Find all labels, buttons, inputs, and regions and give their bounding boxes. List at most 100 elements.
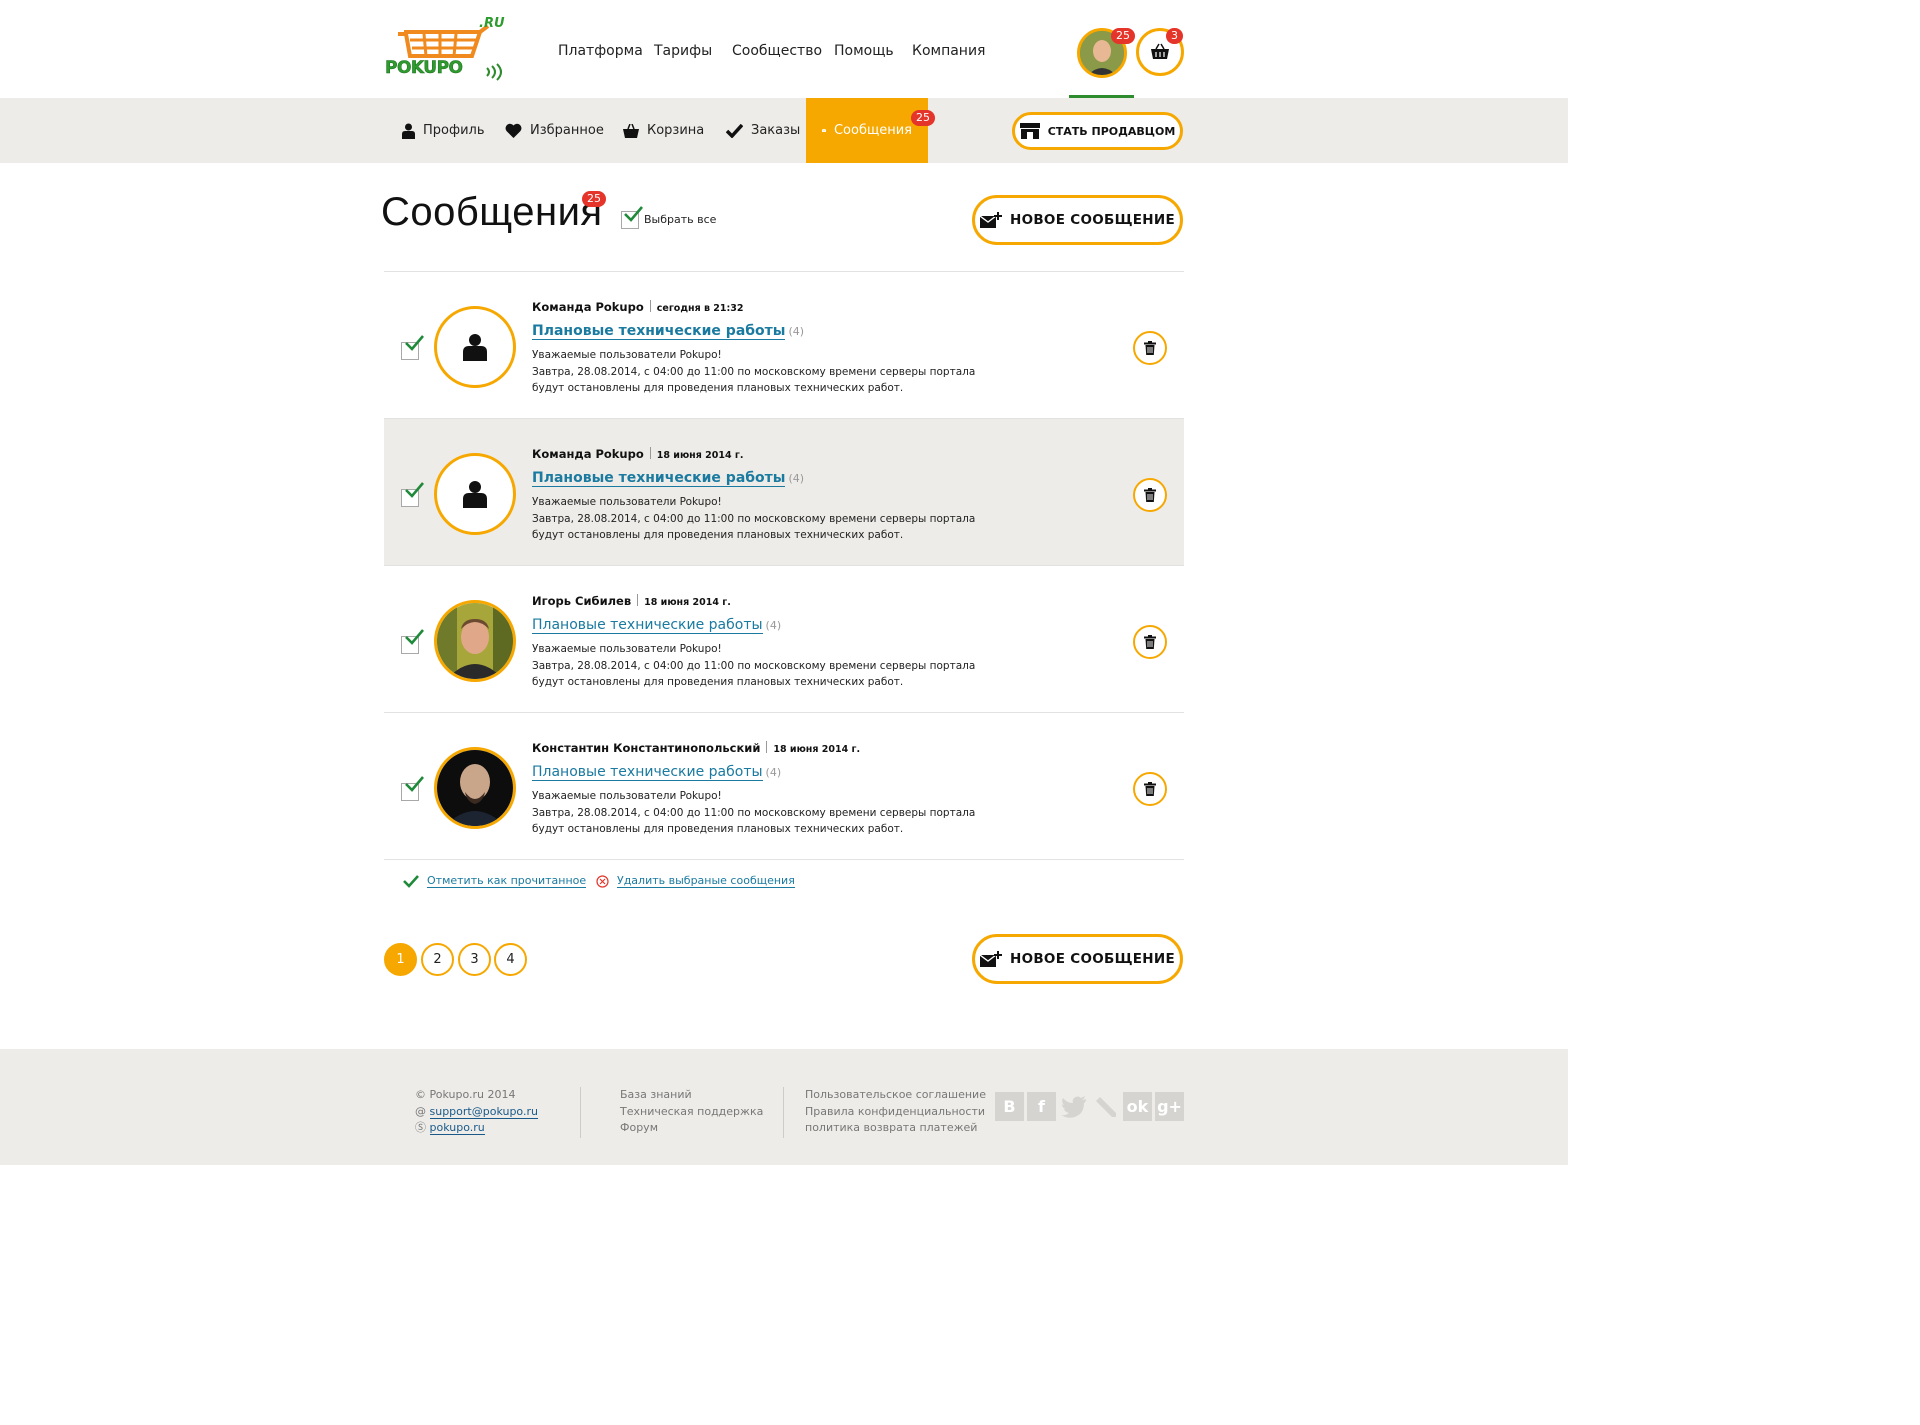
select-all-checkbox[interactable] (621, 206, 643, 229)
footer-col-help: База знаний Техническая поддержка Форум (620, 1087, 763, 1137)
sender-avatar (434, 747, 516, 829)
footer-link-support[interactable]: Техническая поддержка (620, 1105, 763, 1118)
page-2[interactable]: 2 (421, 943, 454, 976)
new-message-button-bottom[interactable]: НОВОЕ СООБЩЕНИЕ (972, 934, 1183, 984)
footer-link-forum[interactable]: Форум (620, 1121, 658, 1134)
delete-selected-label: Удалить выбраные сообщения (617, 874, 795, 888)
message-preview: Уважаемые пользователи Pokupo! Завтра, 28… (532, 641, 992, 691)
message-item[interactable]: Команда Pokupo 18 июня 2014 г. Плановые т… (384, 419, 1184, 566)
tab-profile[interactable]: Профиль (402, 98, 485, 163)
message-item[interactable]: Константин Константинопольский 18 июня 20… (384, 713, 1184, 860)
new-message-label: НОВОЕ СООБЩЕНИЕ (1009, 951, 1176, 967)
message-date: 18 июня 2014 г. (656, 450, 744, 461)
copyright-text: Pokupo.ru 2014 (429, 1088, 516, 1101)
page-title: Сообщения (381, 190, 603, 234)
become-seller-button[interactable]: СТАТЬ ПРОДАВЦОМ (1012, 112, 1183, 150)
preview-line1: Уважаемые пользователи Pokupo! (532, 496, 722, 508)
title-badge: 25 (582, 191, 606, 207)
preview-line1: Уважаемые пользователи Pokupo! (532, 790, 722, 802)
trash-icon (1144, 488, 1156, 502)
logo[interactable]: .RU POKUPO (384, 16, 506, 84)
check-icon (405, 335, 424, 351)
tab-orders-label: Заказы (751, 123, 801, 138)
tab-favorites[interactable]: Избранное (505, 98, 604, 163)
skype-link[interactable]: pokupo.ru (429, 1121, 485, 1135)
tab-profile-label: Профиль (423, 123, 485, 138)
tab-favorites-label: Избранное (530, 123, 604, 138)
envelope-plus-icon (979, 212, 1002, 228)
page-3[interactable]: 3 (458, 943, 491, 976)
meta-separator (637, 594, 639, 606)
message-subject[interactable]: Плановые технические работы (4) (532, 323, 805, 340)
page-4[interactable]: 4 (494, 943, 527, 976)
nav-platform[interactable]: Платформа (558, 43, 643, 59)
message-preview: Уважаемые пользователи Pokupo! Завтра, 28… (532, 788, 992, 838)
check-icon (403, 874, 419, 888)
delete-selected-action[interactable]: Удалить выбраные сообщения (596, 874, 795, 888)
thread-count: (4) (788, 325, 805, 338)
skype-icon: Ⓢ (415, 1121, 426, 1134)
nav-community[interactable]: Сообщество (732, 43, 822, 59)
tab-orders[interactable]: Заказы (726, 98, 800, 163)
footer-contacts: © Pokupo.ru 2014 @ support@pokupo.ru Ⓢ p… (415, 1087, 538, 1137)
nav-company[interactable]: Компания (912, 43, 985, 59)
footer-link-refunds[interactable]: политика возврата платежей (805, 1121, 977, 1134)
sender-avatar (434, 453, 516, 535)
tab-messages[interactable]: Сообщения (806, 98, 928, 163)
mark-read-action[interactable]: Отметить как прочитанное (403, 874, 587, 888)
message-item[interactable]: Команда Pokupo сегодня в 21:32 Плановые т… (384, 272, 1184, 419)
new-message-button-top[interactable]: НОВОЕ СООБЩЕНИЕ (972, 195, 1183, 245)
message-subject[interactable]: Плановые технические работы (4) (532, 617, 781, 634)
footer-link-knowledge[interactable]: База знаний (620, 1088, 692, 1101)
select-all-label[interactable]: Выбрать все (644, 213, 716, 226)
message-item[interactable]: Игорь Сибилев 18 июня 2014 г. Плановые те… (384, 566, 1184, 713)
copyright: © Pokupo.ru 2014 (415, 1087, 538, 1104)
close-circle-icon (596, 874, 609, 888)
thread-count: (4) (788, 472, 805, 485)
delete-button[interactable] (1133, 331, 1167, 365)
facebook-icon[interactable]: f (1027, 1092, 1056, 1121)
nav-help[interactable]: Помощь (834, 43, 894, 59)
livejournal-icon[interactable] (1091, 1092, 1120, 1121)
twitter-icon[interactable] (1059, 1092, 1088, 1121)
person-icon (402, 123, 415, 139)
delete-button[interactable] (1133, 772, 1167, 806)
delete-button[interactable] (1133, 625, 1167, 659)
sender-avatar (434, 600, 516, 682)
envelope-plus-icon (979, 951, 1002, 967)
footer-divider (783, 1087, 784, 1138)
heart-icon (505, 123, 522, 138)
sender-name: Игорь Сибилев (532, 594, 632, 608)
page-1[interactable]: 1 (384, 943, 417, 976)
twitter-bird-shape (1060, 1095, 1086, 1118)
store-icon (1019, 123, 1040, 139)
thread-count: (4) (765, 766, 782, 779)
vk-icon[interactable]: B (995, 1092, 1024, 1121)
sender-photo-icon (437, 603, 513, 679)
check-icon (624, 206, 643, 222)
copyright-icon: © (415, 1088, 426, 1101)
preview-line1: Уважаемые пользователи Pokupo! (532, 349, 722, 361)
google-plus-icon[interactable]: g+ (1155, 1092, 1184, 1121)
subject-text: Плановые технические работы (532, 764, 763, 781)
meta-separator (649, 300, 651, 312)
sender-name: Команда Pokupo (532, 300, 644, 314)
user-silhouette-icon (463, 481, 487, 508)
skype-row: Ⓢ pokupo.ru (415, 1120, 538, 1137)
basket-icon (1151, 43, 1169, 59)
footer-link-terms[interactable]: Пользовательское соглашение (805, 1088, 986, 1101)
subject-text: Плановые технические работы (532, 617, 763, 634)
message-meta: Команда Pokupo сегодня в 21:32 (532, 300, 744, 314)
footer-link-privacy[interactable]: Правила конфиденциальности (805, 1105, 985, 1118)
footer-col-legal: Пользовательское соглашение Правила конф… (805, 1087, 986, 1137)
tab-cart[interactable]: Корзина (623, 98, 704, 163)
odnoklassniki-icon[interactable]: ok (1123, 1092, 1152, 1121)
message-subject[interactable]: Плановые технические работы (4) (532, 470, 805, 487)
avatar-badge: 25 (1111, 28, 1135, 44)
nav-tariffs[interactable]: Тарифы (654, 43, 712, 59)
tab-messages-label: Сообщения (833, 123, 912, 138)
delete-button[interactable] (1133, 478, 1167, 512)
message-subject[interactable]: Плановые технические работы (4) (532, 764, 782, 781)
email-row: @ support@pokupo.ru (415, 1104, 538, 1121)
support-email-link[interactable]: support@pokupo.ru (429, 1104, 538, 1119)
